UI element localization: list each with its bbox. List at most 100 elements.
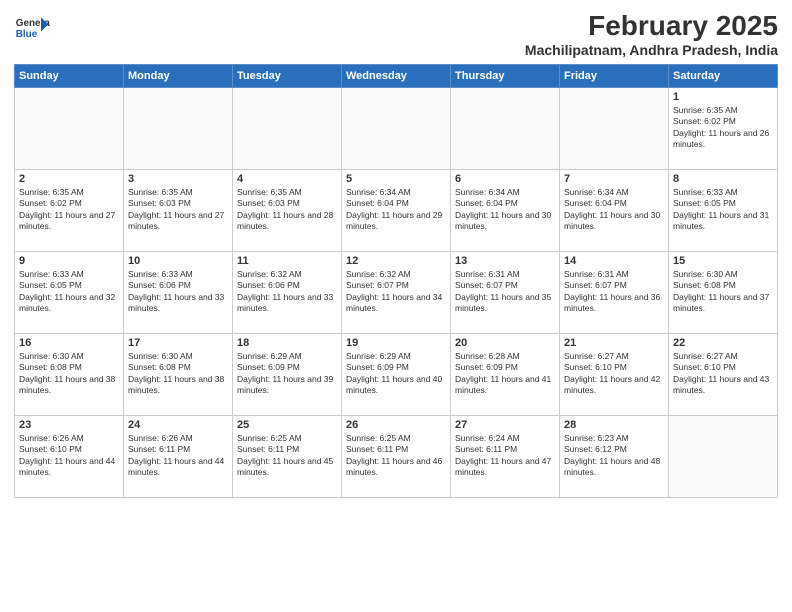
day-info: Sunrise: 6:24 AM Sunset: 6:11 PM Dayligh… bbox=[455, 433, 555, 479]
svg-text:Blue: Blue bbox=[16, 29, 38, 40]
calendar-week-row: 1 Sunrise: 6:35 AM Sunset: 6:02 PM Daylig… bbox=[15, 88, 778, 170]
table-row: 6 Sunrise: 6:34 AM Sunset: 6:04 PM Daylig… bbox=[451, 170, 560, 252]
day-info: Sunrise: 6:33 AM Sunset: 6:05 PM Dayligh… bbox=[673, 187, 773, 233]
table-row bbox=[560, 88, 669, 170]
table-row: 18Sunrise: 6:29 AM Sunset: 6:09 PM Dayli… bbox=[233, 334, 342, 416]
day-number: 19 bbox=[346, 337, 446, 349]
header: General Blue February 2025 Machilipatnam… bbox=[14, 10, 778, 58]
logo: General Blue bbox=[14, 10, 54, 46]
day-info: Sunrise: 6:34 AM Sunset: 6:04 PM Dayligh… bbox=[455, 187, 555, 233]
day-info: Sunrise: 6:30 AM Sunset: 6:08 PM Dayligh… bbox=[128, 351, 228, 397]
day-number: 8 bbox=[673, 173, 773, 185]
main-title: February 2025 bbox=[525, 10, 778, 42]
table-row: 23 Sunrise: 6:26 AM Sunset: 6:10 PM Dayli… bbox=[15, 416, 124, 498]
day-number: 7 bbox=[564, 173, 664, 185]
day-number: 27 bbox=[455, 419, 555, 431]
day-number: 23 bbox=[19, 419, 119, 431]
day-info: Sunrise: 6:32 AM Sunset: 6:07 PM Dayligh… bbox=[346, 269, 446, 315]
day-info: Sunrise: 6:23 AM Sunset: 6:12 PM Dayligh… bbox=[564, 433, 664, 479]
day-number: 21 bbox=[564, 337, 664, 349]
day-info: Sunrise: 6:29 AM Sunset: 6:09 PM Dayligh… bbox=[346, 351, 446, 397]
table-row: 12Sunrise: 6:32 AM Sunset: 6:07 PM Dayli… bbox=[342, 252, 451, 334]
calendar-week-row: 23 Sunrise: 6:26 AM Sunset: 6:10 PM Dayli… bbox=[15, 416, 778, 498]
table-row: 9Sunrise: 6:33 AM Sunset: 6:05 PM Daylig… bbox=[15, 252, 124, 334]
day-number: 25 bbox=[237, 419, 337, 431]
day-info: Sunrise: 6:26 AM Sunset: 6:10 PM Dayligh… bbox=[19, 433, 119, 479]
table-row: 1 Sunrise: 6:35 AM Sunset: 6:02 PM Daylig… bbox=[669, 88, 778, 170]
day-number: 10 bbox=[128, 255, 228, 267]
day-info: Sunrise: 6:35 AM Sunset: 6:03 PM Dayligh… bbox=[128, 187, 228, 233]
table-row: 20 Sunrise: 6:28 AM Sunset: 6:09 PM Dayli… bbox=[451, 334, 560, 416]
day-number: 20 bbox=[455, 337, 555, 349]
day-number: 24 bbox=[128, 419, 228, 431]
day-info: Sunrise: 6:30 AM Sunset: 6:08 PM Dayligh… bbox=[19, 351, 119, 397]
subtitle: Machilipatnam, Andhra Pradesh, India bbox=[525, 42, 778, 58]
table-row bbox=[451, 88, 560, 170]
calendar-table: Sunday Monday Tuesday Wednesday Thursday… bbox=[14, 64, 778, 498]
table-row: 25 Sunrise: 6:25 AM Sunset: 6:11 PM Dayli… bbox=[233, 416, 342, 498]
table-row: 26 Sunrise: 6:25 AM Sunset: 6:11 PM Dayli… bbox=[342, 416, 451, 498]
table-row bbox=[124, 88, 233, 170]
table-row bbox=[669, 416, 778, 498]
table-row: 3 Sunrise: 6:35 AM Sunset: 6:03 PM Daylig… bbox=[124, 170, 233, 252]
col-saturday: Saturday bbox=[669, 65, 778, 88]
day-info: Sunrise: 6:25 AM Sunset: 6:11 PM Dayligh… bbox=[237, 433, 337, 479]
col-monday: Monday bbox=[124, 65, 233, 88]
table-row bbox=[233, 88, 342, 170]
table-row: 28 Sunrise: 6:23 AM Sunset: 6:12 PM Dayli… bbox=[560, 416, 669, 498]
col-sunday: Sunday bbox=[15, 65, 124, 88]
day-number: 17 bbox=[128, 337, 228, 349]
day-number: 22 bbox=[673, 337, 773, 349]
day-info: Sunrise: 6:27 AM Sunset: 6:10 PM Dayligh… bbox=[673, 351, 773, 397]
day-number: 11 bbox=[237, 255, 337, 267]
table-row: 16 Sunrise: 6:30 AM Sunset: 6:08 PM Dayli… bbox=[15, 334, 124, 416]
day-number: 18 bbox=[237, 337, 337, 349]
day-number: 1 bbox=[673, 91, 773, 103]
day-number: 16 bbox=[19, 337, 119, 349]
day-number: 3 bbox=[128, 173, 228, 185]
day-number: 28 bbox=[564, 419, 664, 431]
day-number: 6 bbox=[455, 173, 555, 185]
table-row: 2 Sunrise: 6:35 AM Sunset: 6:02 PM Daylig… bbox=[15, 170, 124, 252]
day-number: 13 bbox=[455, 255, 555, 267]
table-row bbox=[342, 88, 451, 170]
table-row: 17 Sunrise: 6:30 AM Sunset: 6:08 PM Dayli… bbox=[124, 334, 233, 416]
col-friday: Friday bbox=[560, 65, 669, 88]
day-info: Sunrise: 6:25 AM Sunset: 6:11 PM Dayligh… bbox=[346, 433, 446, 479]
day-number: 4 bbox=[237, 173, 337, 185]
day-info: Sunrise: 6:33 AM Sunset: 6:05 PM Dayligh… bbox=[19, 269, 119, 315]
day-info: Sunrise: 6:34 AM Sunset: 6:04 PM Dayligh… bbox=[564, 187, 664, 233]
table-row bbox=[15, 88, 124, 170]
day-number: 2 bbox=[19, 173, 119, 185]
table-row: 5Sunrise: 6:34 AM Sunset: 6:04 PM Daylig… bbox=[342, 170, 451, 252]
page: General Blue February 2025 Machilipatnam… bbox=[0, 0, 792, 612]
day-info: Sunrise: 6:33 AM Sunset: 6:06 PM Dayligh… bbox=[128, 269, 228, 315]
table-row: 22 Sunrise: 6:27 AM Sunset: 6:10 PM Dayli… bbox=[669, 334, 778, 416]
table-row: 11 Sunrise: 6:32 AM Sunset: 6:06 PM Dayli… bbox=[233, 252, 342, 334]
day-info: Sunrise: 6:34 AM Sunset: 6:04 PM Dayligh… bbox=[346, 187, 446, 233]
table-row: 14Sunrise: 6:31 AM Sunset: 6:07 PM Dayli… bbox=[560, 252, 669, 334]
table-row: 4Sunrise: 6:35 AM Sunset: 6:03 PM Daylig… bbox=[233, 170, 342, 252]
day-info: Sunrise: 6:28 AM Sunset: 6:09 PM Dayligh… bbox=[455, 351, 555, 397]
calendar-week-row: 9Sunrise: 6:33 AM Sunset: 6:05 PM Daylig… bbox=[15, 252, 778, 334]
day-info: Sunrise: 6:31 AM Sunset: 6:07 PM Dayligh… bbox=[455, 269, 555, 315]
table-row: 21 Sunrise: 6:27 AM Sunset: 6:10 PM Dayli… bbox=[560, 334, 669, 416]
table-row: 8 Sunrise: 6:33 AM Sunset: 6:05 PM Daylig… bbox=[669, 170, 778, 252]
day-info: Sunrise: 6:26 AM Sunset: 6:11 PM Dayligh… bbox=[128, 433, 228, 479]
day-info: Sunrise: 6:32 AM Sunset: 6:06 PM Dayligh… bbox=[237, 269, 337, 315]
day-info: Sunrise: 6:35 AM Sunset: 6:02 PM Dayligh… bbox=[19, 187, 119, 233]
day-number: 26 bbox=[346, 419, 446, 431]
day-number: 14 bbox=[564, 255, 664, 267]
day-info: Sunrise: 6:27 AM Sunset: 6:10 PM Dayligh… bbox=[564, 351, 664, 397]
calendar-week-row: 16 Sunrise: 6:30 AM Sunset: 6:08 PM Dayli… bbox=[15, 334, 778, 416]
table-row: 19 Sunrise: 6:29 AM Sunset: 6:09 PM Dayli… bbox=[342, 334, 451, 416]
day-info: Sunrise: 6:30 AM Sunset: 6:08 PM Dayligh… bbox=[673, 269, 773, 315]
table-row: 27 Sunrise: 6:24 AM Sunset: 6:11 PM Dayli… bbox=[451, 416, 560, 498]
calendar-week-row: 2 Sunrise: 6:35 AM Sunset: 6:02 PM Daylig… bbox=[15, 170, 778, 252]
col-tuesday: Tuesday bbox=[233, 65, 342, 88]
table-row: 13 Sunrise: 6:31 AM Sunset: 6:07 PM Dayli… bbox=[451, 252, 560, 334]
table-row: 7 Sunrise: 6:34 AM Sunset: 6:04 PM Daylig… bbox=[560, 170, 669, 252]
day-info: Sunrise: 6:35 AM Sunset: 6:02 PM Dayligh… bbox=[673, 105, 773, 151]
col-wednesday: Wednesday bbox=[342, 65, 451, 88]
col-thursday: Thursday bbox=[451, 65, 560, 88]
